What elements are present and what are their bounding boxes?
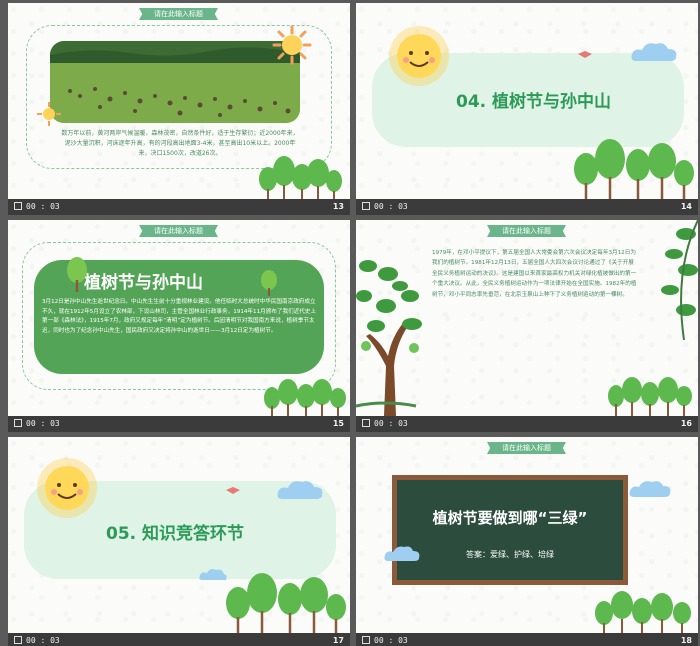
trees-illustration — [595, 591, 691, 633]
transition-icon — [14, 202, 22, 210]
slide-thumbnail-13[interactable]: 请在此输入标题 数万年以前，黄河两岸气候温暖，森林茂密，自然条件好，适于生存繁衍… — [8, 3, 350, 215]
board-answer: 答案：爱绿、护绿、培绿 — [466, 550, 554, 559]
slide-number: 17 — [332, 636, 344, 645]
slide-footer: 00 : 03 16 — [356, 416, 698, 432]
transition-time: 00 : 03 — [362, 416, 408, 432]
section-title: 05. 知识竞答环节 — [106, 524, 245, 544]
section-title: 04. 植树节与孙中山 — [456, 92, 612, 112]
slide-thumbnail-16[interactable]: 请在此输入标题 1979年，在邓小平提议下，第五届全国人大常委会第六次会议决定每… — [356, 220, 698, 432]
board-title: 植树节要做到哪“三绿” — [432, 509, 588, 527]
tree-icon — [67, 257, 87, 292]
title-tag: 请在此输入标题 — [494, 225, 559, 237]
time-label: 00 : 03 — [26, 202, 60, 211]
transition-icon — [362, 202, 370, 210]
slide-footer: 00 : 03 18 — [356, 633, 698, 646]
grassland-photo — [50, 41, 300, 123]
slide-footer: 00 : 03 17 — [8, 633, 350, 646]
time-label: 00 : 03 — [26, 636, 60, 645]
slide-thumbnail-14[interactable]: 04. 植树节与孙中山 00 : 03 14 — [356, 3, 698, 215]
smiling-sun-icon — [389, 26, 449, 86]
slide-footer: 00 : 03 14 — [356, 199, 698, 215]
slide-footer: 00 : 03 15 — [8, 416, 350, 432]
trees-illustration — [259, 156, 342, 199]
body-paragraph: 3月12日是孙中山先生逝世纪念日。中山先生生前十分重视林业建设。他任临时大总统时… — [42, 299, 317, 334]
slide-canvas: 请在此输入标题 数万年以前，黄河两岸气候温暖，森林茂密，自然条件好，适于生存繁衍… — [8, 3, 350, 199]
title-tag: 请在此输入标题 — [494, 442, 559, 454]
slide-canvas: 04. 植树节与孙中山 — [356, 3, 698, 199]
transition-icon — [362, 636, 370, 644]
body-paragraph: 1979年，在邓小平提议下，第五届全国人大常委会第六次会议决定每年3月12日为我… — [432, 250, 637, 298]
time-label: 00 : 03 — [374, 636, 408, 645]
trees-illustration — [574, 139, 694, 199]
transition-time: 00 : 03 — [362, 633, 408, 646]
cloud-icon — [631, 43, 677, 61]
slide-canvas: 请在此输入标题 1979年，在邓小平提议下，第五届全国人大常委会第六次会议决定每… — [356, 220, 698, 416]
slide-canvas: 请在此输入标题 植树节与孙中山 3月12日是孙中山先生逝世纪念日。中山先生生前十… — [8, 220, 350, 416]
slide-thumbnail-18[interactable]: 请在此输入标题 植树节要做到哪“三绿” 答案：爱绿、护绿、培绿 00 : 03 … — [356, 437, 698, 646]
tree-icon — [261, 270, 277, 296]
time-label: 00 : 03 — [26, 419, 60, 428]
section-title: 植树节与孙中山 — [84, 273, 203, 293]
transition-time: 00 : 03 — [14, 416, 60, 432]
small-sun-icon — [37, 102, 61, 126]
chalkboard — [392, 475, 628, 585]
transition-time: 00 : 03 — [14, 199, 60, 215]
smiling-sun-icon — [37, 458, 97, 518]
title-tag: 请在此输入标题 — [146, 8, 211, 20]
slide-number: 15 — [332, 419, 344, 428]
slide-number: 13 — [332, 202, 344, 211]
transition-icon — [362, 419, 370, 427]
slide-number: 16 — [680, 419, 692, 428]
cloud-icon — [384, 546, 420, 561]
sun-icon — [272, 25, 312, 65]
slide-canvas: 请在此输入标题 植树节要做到哪“三绿” 答案：爱绿、护绿、培绿 — [356, 437, 698, 633]
bird-icon — [226, 487, 240, 494]
cloud-icon — [277, 481, 323, 499]
bird-icon — [578, 51, 592, 58]
time-label: 00 : 03 — [374, 202, 408, 211]
slide-canvas: 05. 知识竞答环节 — [8, 437, 350, 633]
transition-icon — [14, 636, 22, 644]
cloud-icon — [629, 481, 671, 497]
slide-number: 14 — [680, 202, 692, 211]
slide-footer: 00 : 03 13 — [8, 199, 350, 215]
big-tree-illustration — [356, 260, 422, 416]
leaves-illustration — [661, 220, 698, 340]
title-tag: 请在此输入标题 — [146, 225, 211, 237]
slide-thumbnail-15[interactable]: 请在此输入标题 植树节与孙中山 3月12日是孙中山先生逝世纪念日。中山先生生前十… — [8, 220, 350, 432]
transition-time: 00 : 03 — [362, 199, 408, 215]
transition-icon — [14, 419, 22, 427]
time-label: 00 : 03 — [374, 419, 408, 428]
transition-time: 00 : 03 — [14, 633, 60, 646]
trees-illustration — [264, 379, 346, 416]
slide-number: 18 — [680, 636, 692, 645]
trees-illustration — [608, 377, 692, 416]
trees-illustration — [226, 573, 346, 633]
slide-thumbnail-17[interactable]: 05. 知识竞答环节 00 : 03 17 — [8, 437, 350, 646]
